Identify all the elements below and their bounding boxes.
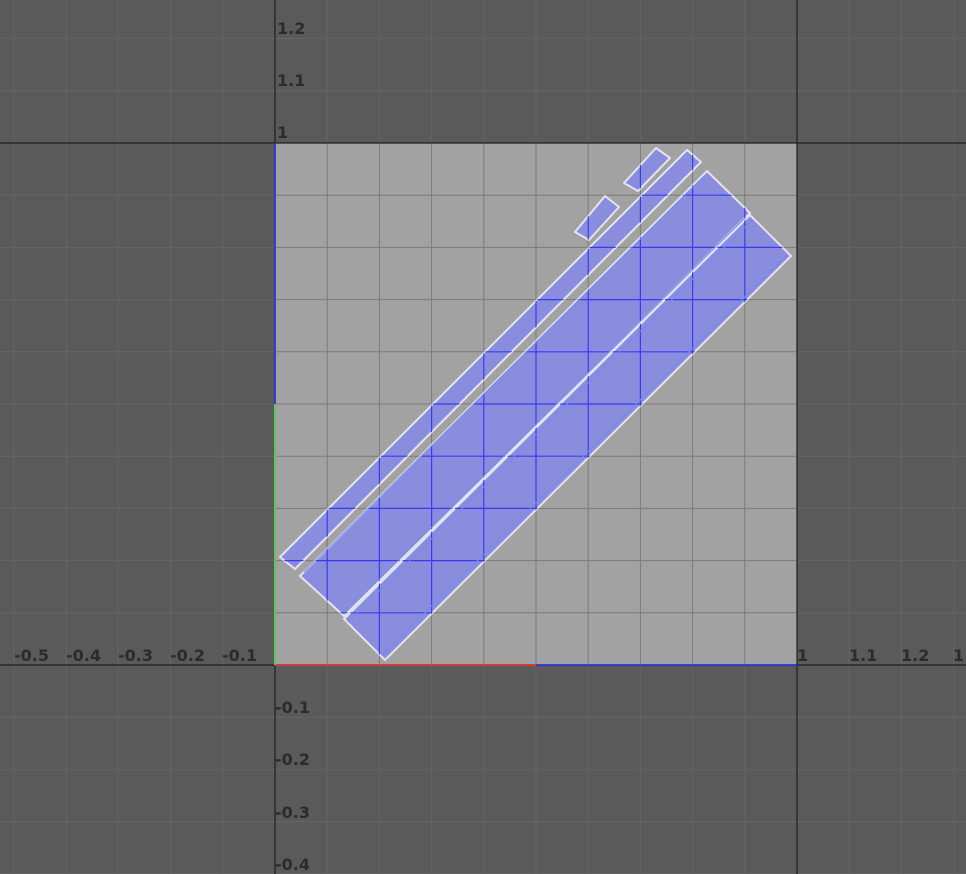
y-tick-label: 1.2 bbox=[277, 19, 305, 38]
x-tick-label: -0.2 bbox=[170, 646, 205, 665]
y-tick-label: -0.3 bbox=[275, 803, 310, 822]
x-tick-label: -0.5 bbox=[14, 646, 49, 665]
x-tick-label: -0.4 bbox=[66, 646, 101, 665]
x-tick-label: 1.1 bbox=[849, 646, 877, 665]
y-tick-label: 1 bbox=[277, 123, 288, 142]
y-tick-label: -0.1 bbox=[275, 698, 310, 717]
x-tick-label: 1.2 bbox=[901, 646, 929, 665]
x-tick-label: -0.1 bbox=[222, 646, 257, 665]
y-tick-label: -0.2 bbox=[275, 750, 310, 769]
x-tick-label: -0.3 bbox=[118, 646, 153, 665]
y-tick-label: -0.4 bbox=[275, 855, 310, 874]
uv-editor-viewport[interactable]: -0.5 -0.4 -0.3 -0.2 -0.1 1 1.1 1.2 1 1.2… bbox=[0, 0, 966, 874]
y-tick-label: 1.1 bbox=[277, 71, 305, 90]
uv-canvas[interactable]: -0.5 -0.4 -0.3 -0.2 -0.1 1 1.1 1.2 1 1.2… bbox=[0, 0, 966, 874]
x-tick-label: 1 bbox=[797, 646, 808, 665]
x-tick-label: 1 bbox=[953, 646, 964, 665]
